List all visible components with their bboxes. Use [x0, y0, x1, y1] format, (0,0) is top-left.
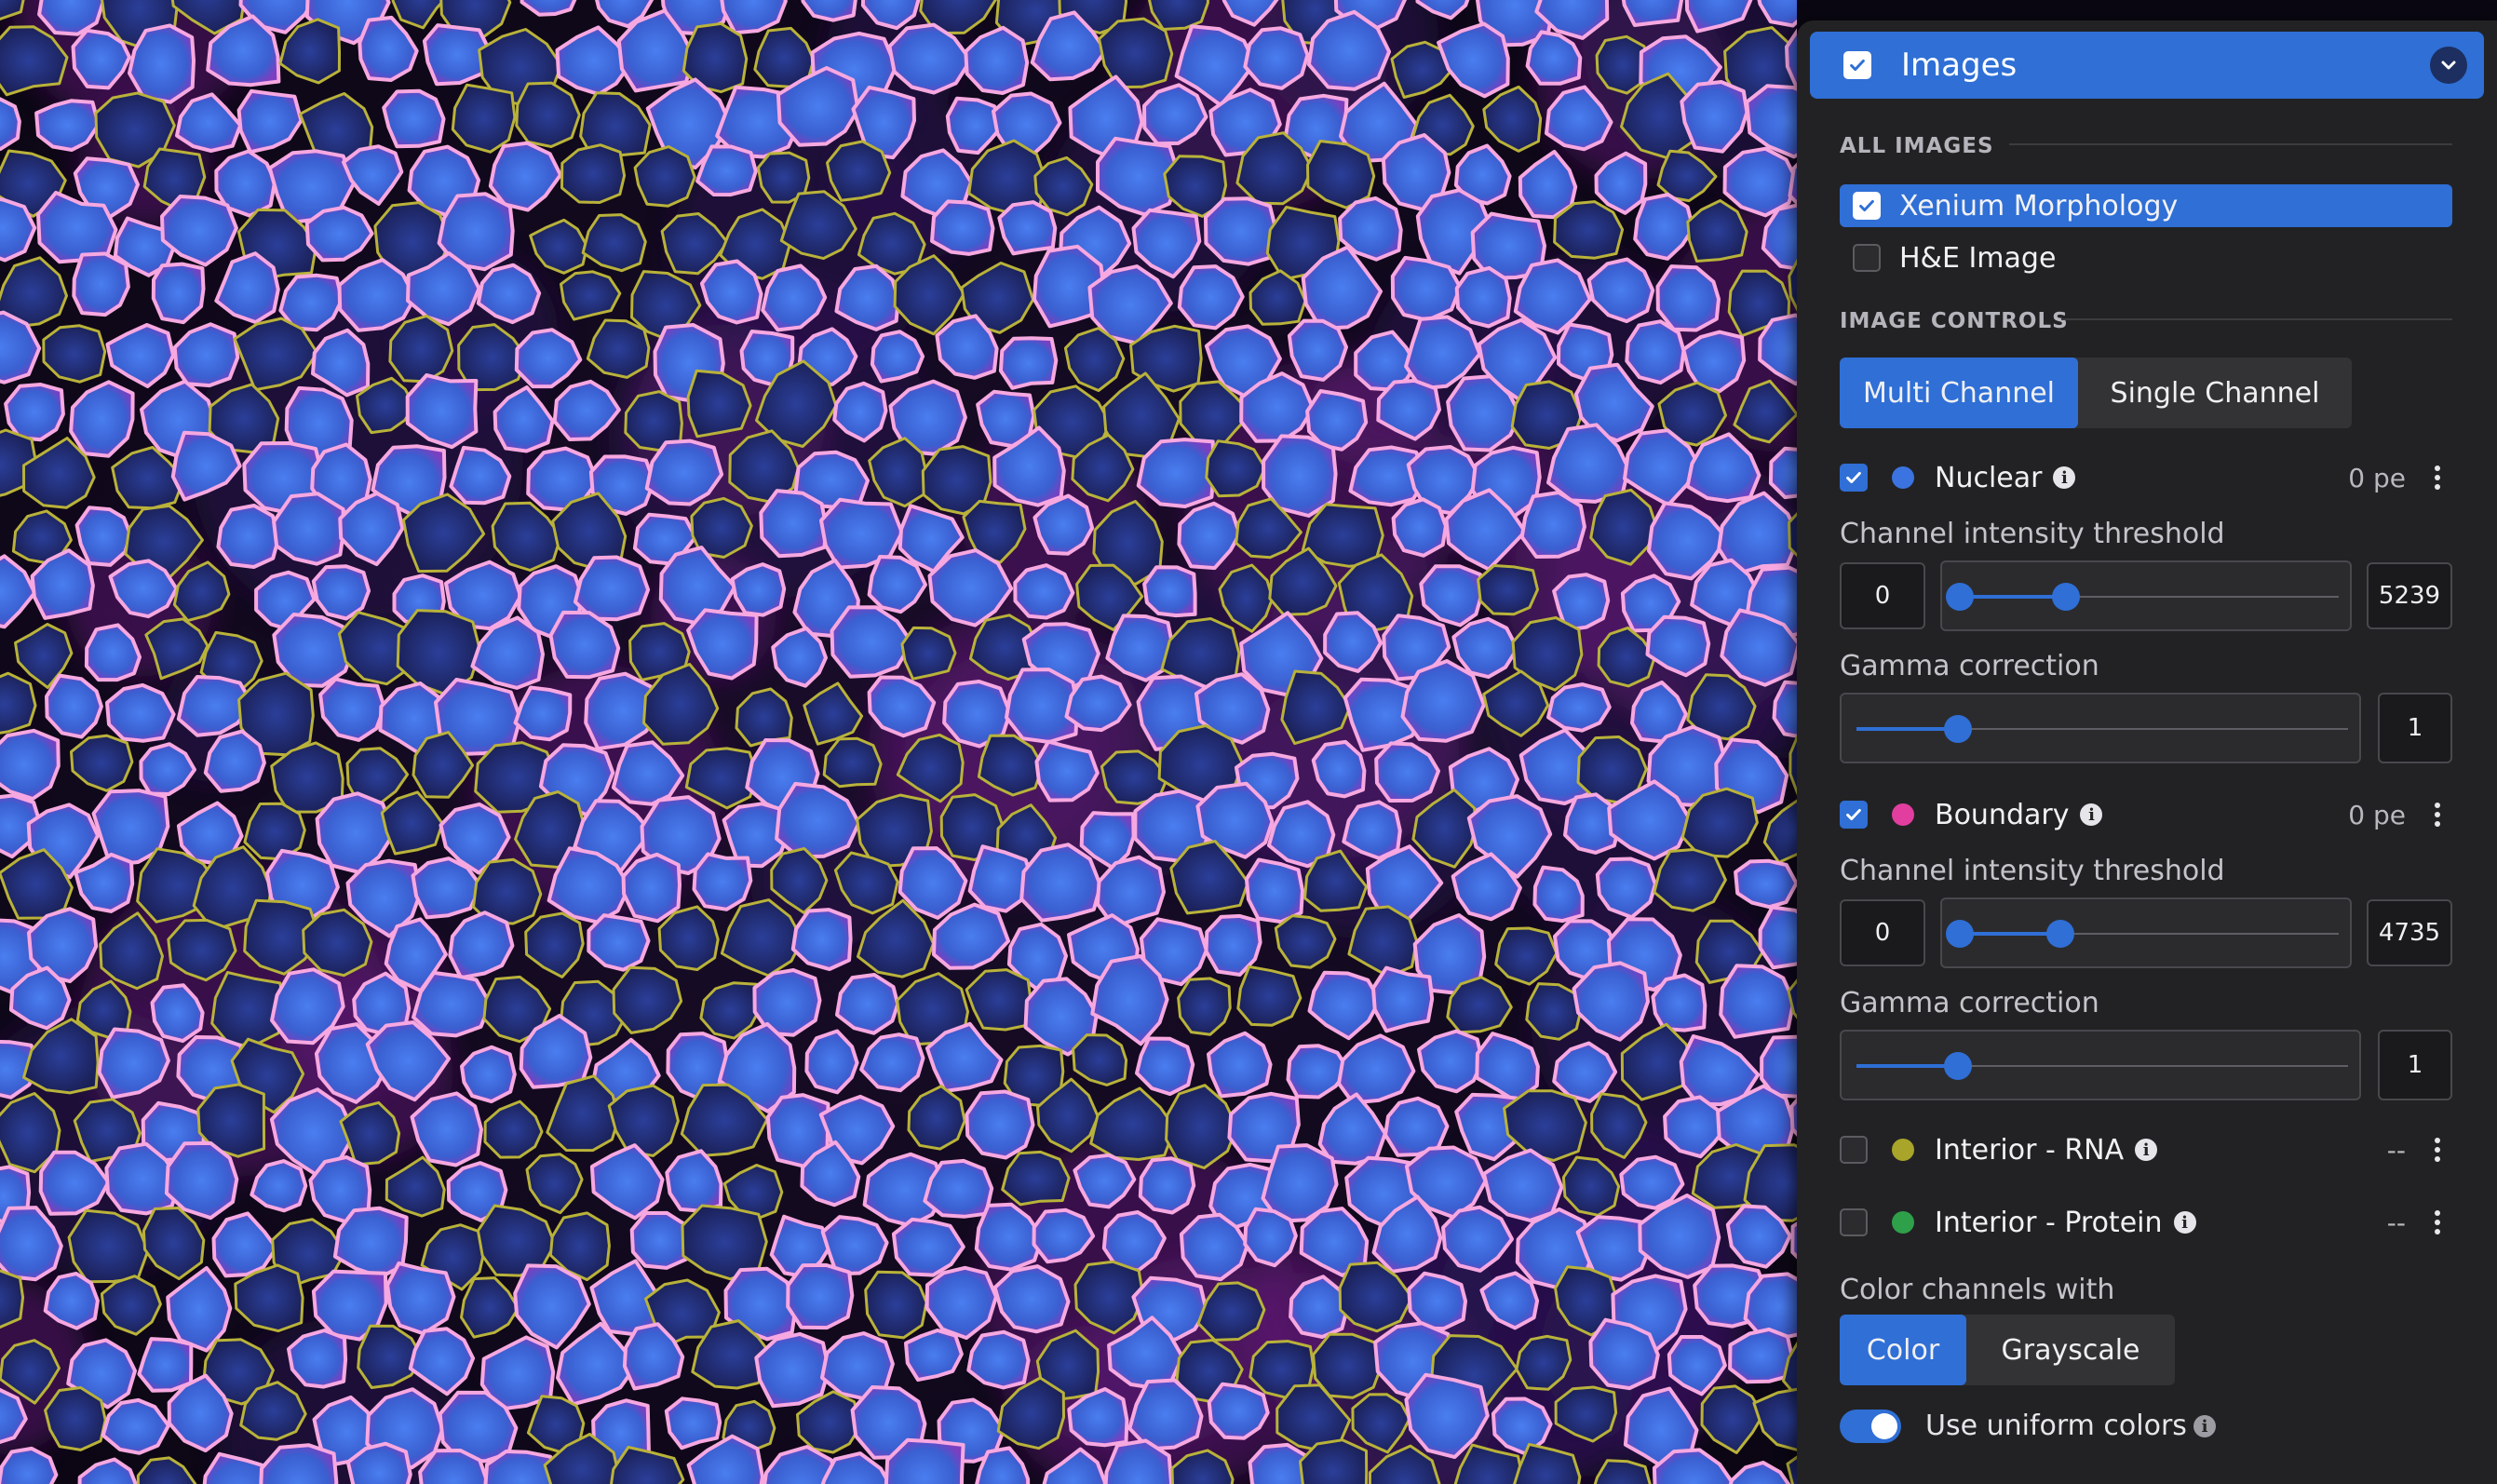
gamma-input[interactable]: 1: [2378, 693, 2452, 763]
xenium-morphology-checkbox[interactable]: [1853, 192, 1881, 220]
tab-color[interactable]: Color: [1840, 1315, 1966, 1385]
gamma-slider[interactable]: [1840, 1030, 2361, 1100]
gamma-handle[interactable]: [1944, 1052, 1972, 1080]
channel-value: 0 pe: [2348, 799, 2406, 830]
gamma-label: Gamma correction: [1840, 987, 2099, 1019]
uniform-colors-label: Use uniform colors: [1925, 1410, 2187, 1442]
info-icon[interactable]: i: [2135, 1139, 2158, 1161]
boundary-color-swatch[interactable]: [1892, 803, 1914, 826]
interior-rna-color-swatch[interactable]: [1892, 1139, 1914, 1161]
channel-value: 0 pe: [2348, 462, 2406, 493]
more-options-icon[interactable]: [2428, 1204, 2447, 1241]
all-images-heading: ALL IMAGES: [1840, 134, 1994, 158]
images-panel-title: Images: [1901, 47, 2018, 84]
images-layer-checkbox[interactable]: [1843, 51, 1871, 79]
channel-row-interior-protein: Interior - Protein i --: [1840, 1201, 2454, 1244]
nuclear-color-swatch[interactable]: [1892, 466, 1914, 489]
morphology-image-viewer[interactable]: [0, 0, 1797, 1484]
channel-row-nuclear: Nuclear i 0 pe: [1840, 456, 2454, 499]
channel-name: Interior - RNA: [1935, 1133, 2125, 1167]
gamma-handle[interactable]: [1944, 715, 1972, 743]
image-controls-heading: IMAGE CONTROLS: [1840, 309, 2069, 333]
threshold-min-handle[interactable]: [1946, 920, 1974, 948]
info-icon[interactable]: i: [2193, 1415, 2216, 1437]
interior-protein-checkbox[interactable]: [1840, 1208, 1868, 1236]
channel-value: --: [2386, 1134, 2406, 1166]
info-icon[interactable]: i: [2080, 803, 2103, 826]
more-options-icon[interactable]: [2428, 796, 2447, 833]
channel-name: Interior - Protein: [1935, 1206, 2163, 1239]
threshold-max-handle[interactable]: [2046, 920, 2074, 948]
gamma-label: Gamma correction: [1840, 650, 2099, 682]
color-mode-toggle: Color Grayscale: [1840, 1315, 2175, 1385]
channel-name: Boundary: [1935, 798, 2070, 831]
image-option-label: H&E Image: [1899, 241, 2057, 275]
channel-name: Nuclear: [1935, 461, 2043, 494]
threshold-max-input[interactable]: 4735: [2367, 899, 2452, 966]
threshold-label: Channel intensity threshold: [1840, 855, 2225, 887]
tab-single-channel[interactable]: Single Channel: [2078, 358, 2352, 428]
info-icon[interactable]: i: [2173, 1211, 2196, 1234]
threshold-max-input[interactable]: 5239: [2367, 562, 2452, 629]
channel-value: --: [2386, 1207, 2406, 1238]
threshold-min-handle[interactable]: [1946, 583, 1974, 611]
gamma-slider[interactable]: [1840, 693, 2361, 763]
interior-rna-checkbox[interactable]: [1840, 1136, 1868, 1164]
threshold-slider[interactable]: [1940, 897, 2352, 968]
tab-grayscale[interactable]: Grayscale: [1966, 1315, 2175, 1385]
channel-row-boundary: Boundary i 0 pe: [1840, 793, 2454, 836]
threshold-label: Channel intensity threshold: [1840, 518, 2225, 550]
info-icon[interactable]: i: [2053, 466, 2076, 489]
image-option-xenium-morphology[interactable]: Xenium Morphology: [1840, 184, 2452, 227]
gamma-input[interactable]: 1: [2378, 1030, 2452, 1100]
more-options-icon[interactable]: [2428, 459, 2447, 496]
images-panel-header[interactable]: Images: [1810, 32, 2484, 99]
channel-mode-toggle: Multi Channel Single Channel: [1840, 358, 2352, 428]
threshold-slider[interactable]: [1940, 560, 2352, 631]
boundary-checkbox[interactable]: [1840, 801, 1868, 829]
channel-row-interior-rna: Interior - RNA i --: [1840, 1128, 2454, 1171]
divider: [2061, 318, 2452, 320]
interior-protein-color-swatch[interactable]: [1892, 1211, 1914, 1234]
more-options-icon[interactable]: [2428, 1131, 2447, 1168]
divider: [2009, 143, 2452, 145]
threshold-min-input[interactable]: 0: [1840, 899, 1925, 966]
color-channels-label: Color channels with: [1840, 1274, 2115, 1306]
collapse-chevron-icon[interactable]: [2430, 47, 2467, 84]
nuclear-checkbox[interactable]: [1840, 464, 1868, 492]
threshold-max-handle[interactable]: [2052, 583, 2080, 611]
cell-segmentation-image[interactable]: [0, 0, 1797, 1484]
he-image-checkbox[interactable]: [1853, 244, 1881, 272]
image-option-he-image[interactable]: H&E Image: [1840, 236, 2452, 279]
images-panel: Images ALL IMAGES Xenium Morphology H&E …: [1797, 20, 2497, 1484]
uniform-colors-toggle[interactable]: [1840, 1410, 1901, 1443]
image-option-label: Xenium Morphology: [1899, 189, 2179, 223]
threshold-min-input[interactable]: 0: [1840, 562, 1925, 629]
tab-multi-channel[interactable]: Multi Channel: [1840, 358, 2078, 428]
